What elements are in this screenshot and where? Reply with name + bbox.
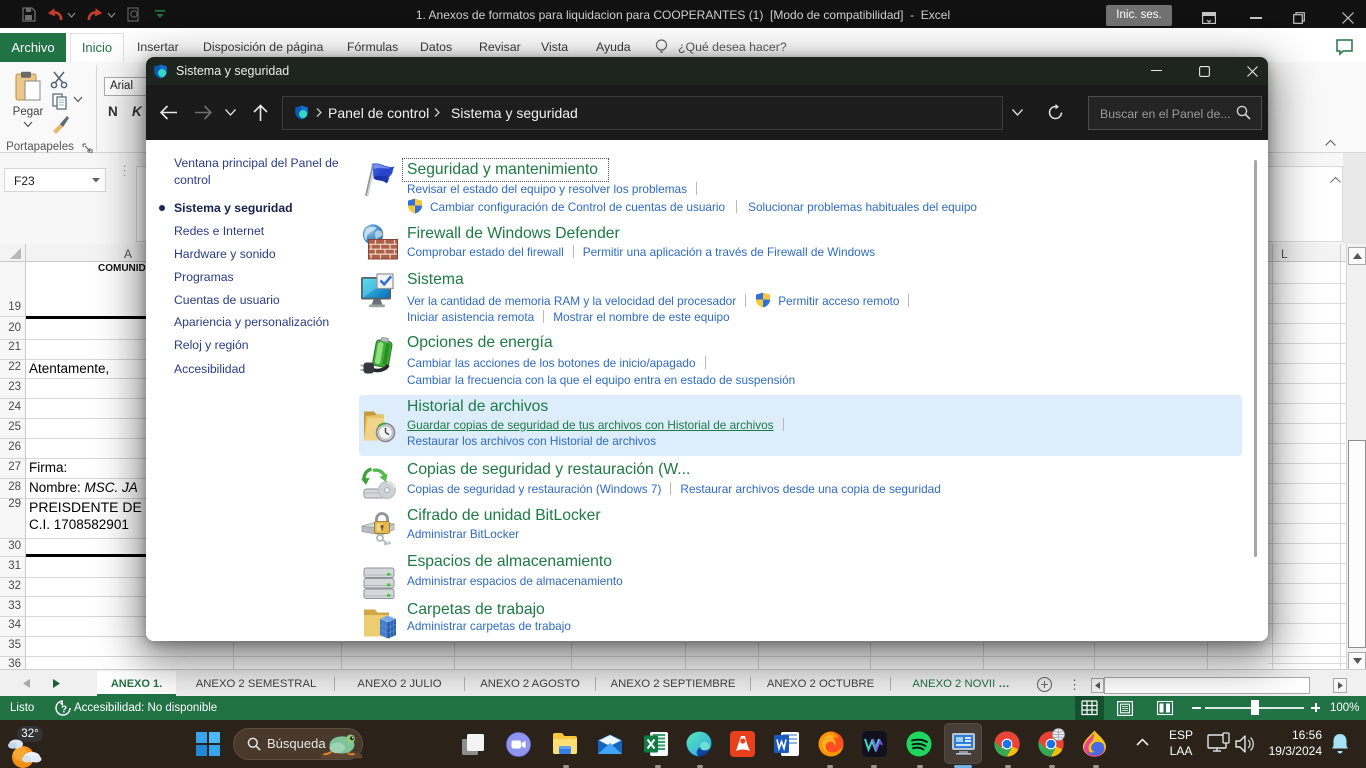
svg-text:?: ?: [61, 705, 67, 716]
